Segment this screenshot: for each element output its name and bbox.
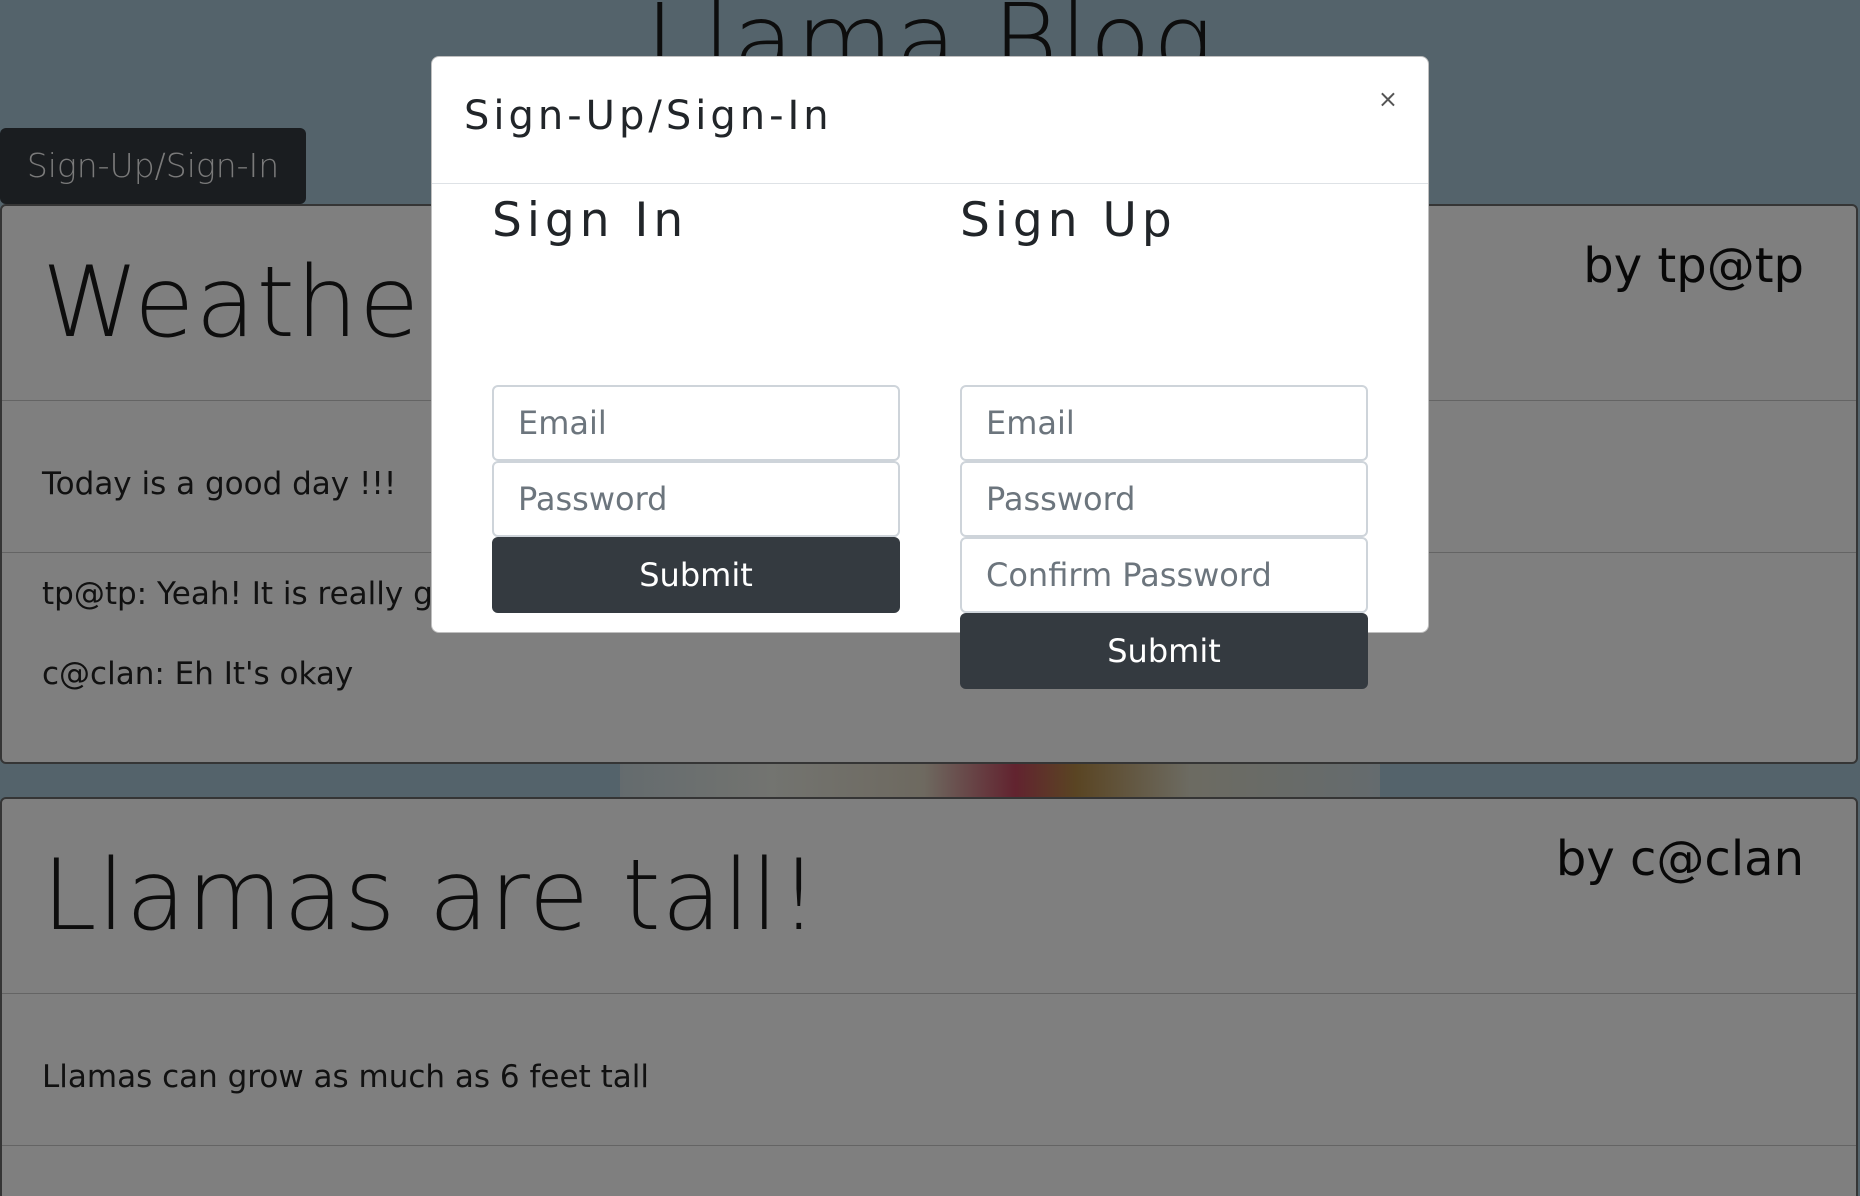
sign-in-heading: Sign In [492, 193, 689, 248]
sign-up-confirm-password-input[interactable] [960, 537, 1368, 613]
modal-title: Sign-Up/Sign-In [464, 93, 833, 139]
sign-in-form: Sign In Submit [492, 193, 900, 613]
sign-in-password-input[interactable] [492, 461, 900, 537]
sign-in-email-input[interactable] [492, 385, 900, 461]
sign-up-form: Sign Up Submit [960, 193, 1368, 689]
sign-up-heading: Sign Up [960, 193, 1177, 248]
close-icon[interactable]: × [1378, 85, 1398, 113]
sign-up-password-input[interactable] [960, 461, 1368, 537]
auth-modal: Sign-Up/Sign-In × Sign In Submit Sign Up… [431, 56, 1429, 689]
sign-up-email-input[interactable] [960, 385, 1368, 461]
sign-in-submit-button[interactable]: Submit [492, 537, 900, 613]
modal-header: Sign-Up/Sign-In × [432, 57, 1428, 184]
sign-up-submit-button[interactable]: Submit [960, 613, 1368, 689]
